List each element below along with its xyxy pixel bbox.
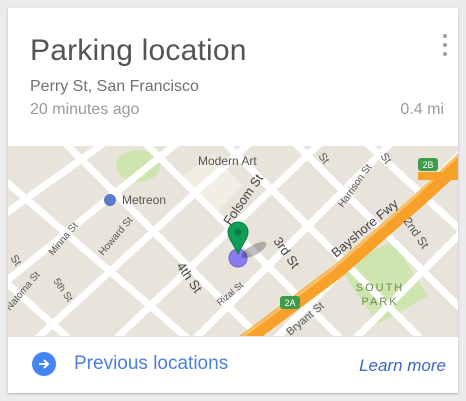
shield-2b-label: 2B	[422, 160, 433, 170]
label-modern-art: Modern Art	[198, 154, 257, 168]
parking-card: Parking location Perry St, San Francisco…	[8, 8, 458, 393]
parking-time: 20 minutes ago	[30, 101, 140, 118]
arrow-right-circle-icon	[32, 352, 56, 376]
card-footer: Previous locations Learn more	[8, 336, 458, 393]
label-metreon: Metreon	[122, 193, 166, 207]
shield-2a-label: 2A	[284, 298, 295, 308]
label-south-park-1: SOUTH	[356, 282, 405, 294]
previous-locations-button[interactable]: Previous locations	[32, 352, 228, 376]
card-header: Parking location Perry St, San Francisco…	[8, 8, 458, 146]
parking-distance: 0.4 mi	[400, 101, 444, 118]
learn-more-link[interactable]: Learn more	[359, 356, 446, 376]
card-title: Parking location	[30, 34, 247, 67]
theater-icon	[104, 194, 116, 206]
more-vert-icon[interactable]	[438, 34, 452, 56]
previous-locations-label: Previous locations	[74, 353, 229, 374]
parking-map[interactable]: 2B 2A Modern Art Metreon Folsom St 3rd S…	[8, 146, 458, 336]
parking-address: Perry St, San Francisco	[30, 78, 199, 95]
label-south-park-2: PARK	[361, 296, 398, 308]
